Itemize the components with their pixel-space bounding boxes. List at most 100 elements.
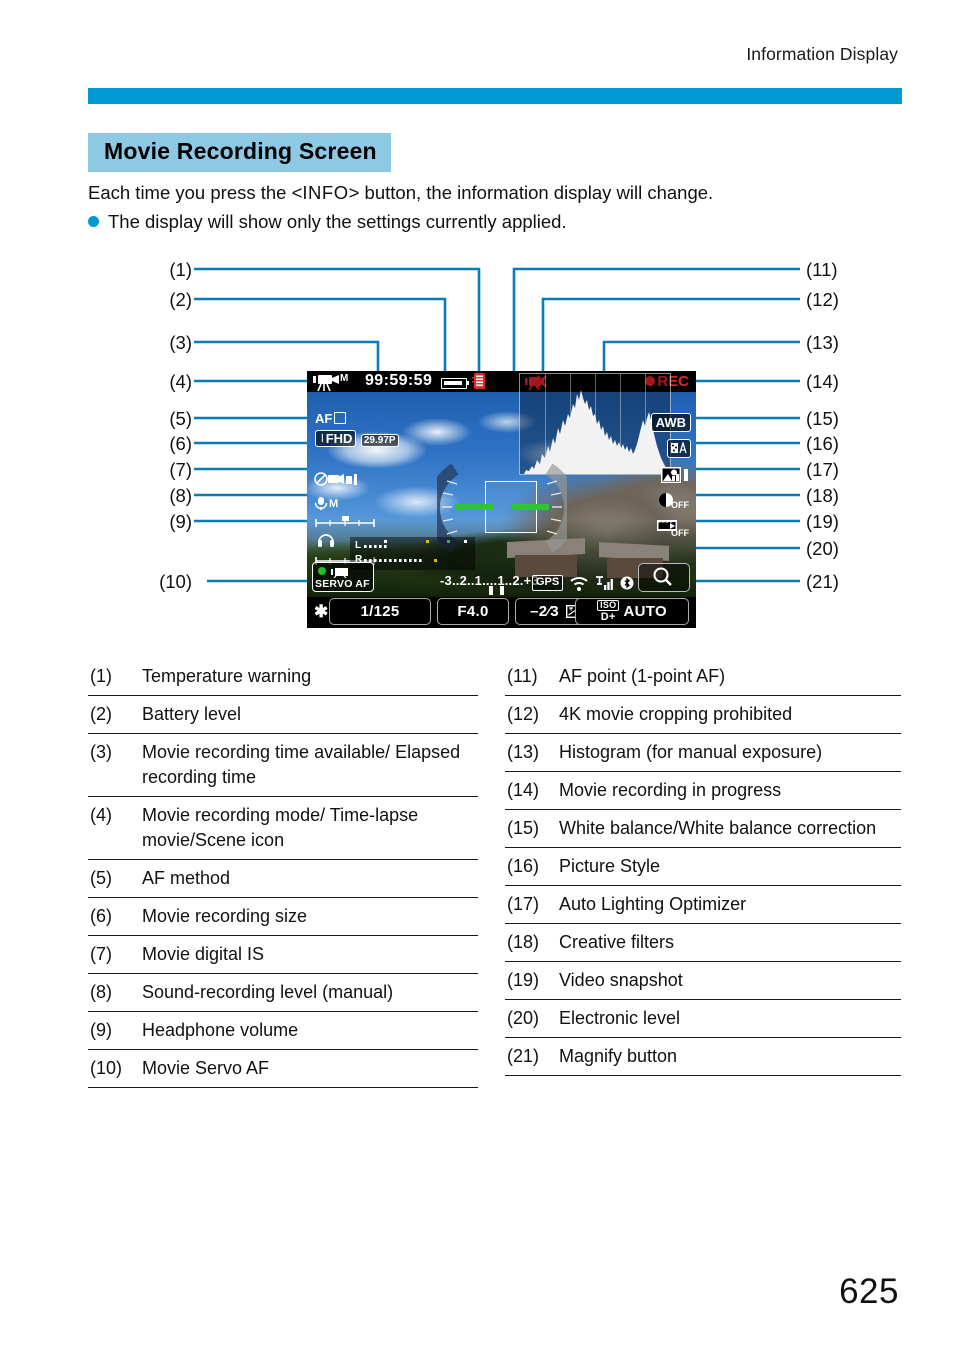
legend-number: (6) [90, 906, 112, 926]
callout-number-14: (14) [806, 371, 839, 392]
callout-number-18: (18) [806, 485, 839, 506]
legend-row: (6) Movie recording size [88, 898, 478, 936]
legend-row: (8) Sound-recording level (manual) [88, 974, 478, 1012]
video-snapshot-indicator: OFF [657, 519, 691, 541]
legend-number: (9) [90, 1020, 112, 1040]
legend-text: AF point (1-point AF) [559, 666, 726, 686]
legend-text: Movie recording in progress [559, 780, 782, 800]
legend-row: (7) Movie digital IS [88, 936, 478, 974]
legend-text: 4K movie cropping prohibited [559, 704, 793, 724]
callout-number-16: (16) [806, 433, 839, 454]
auto-lighting-optimizer-icon [661, 467, 688, 483]
legend-number: (21) [507, 1046, 540, 1066]
svg-text:M: M [340, 373, 348, 384]
callout-number-21: (21) [806, 571, 839, 592]
iso-label: ISO [597, 600, 620, 611]
manual-page: Information Display Movie Recording Scre… [0, 0, 954, 1345]
header-accent-rule [88, 88, 902, 104]
white-balance-label: AWB [655, 415, 686, 430]
legend-number: (16) [507, 856, 540, 876]
legend-text: Movie recording time available/ Elapsed … [142, 742, 461, 787]
sound-level-meter [315, 516, 375, 527]
legend-row: (2) Battery level [88, 696, 478, 734]
callout-number-4: (4) [169, 371, 192, 392]
legend-row: (4) Movie recording mode/ Time-lapse movi… [88, 797, 478, 860]
legend-number: (5) [90, 868, 112, 888]
shutter-speed-value: 1/125 [360, 603, 400, 620]
af-method-label: AF [315, 411, 333, 426]
iso-button[interactable]: ISO D+ AUTO [575, 598, 689, 625]
intro-text-after: > button, the information display will c… [348, 182, 714, 203]
magnify-button-icon [653, 567, 672, 586]
temperature-warning-icon [472, 373, 487, 390]
legend-text: Electronic level [559, 1008, 681, 1028]
audio-channel-left-label: L [355, 540, 362, 551]
legend-number: (11) [507, 666, 538, 686]
legend-text: Battery level [142, 704, 242, 724]
legend-row: (18) Creative filters [505, 924, 901, 962]
aperture-button[interactable]: F4.0 [437, 598, 509, 625]
callout-number-20: (20) [806, 538, 839, 559]
legend-row: (9) Headphone volume [88, 1012, 478, 1050]
legend-text: Headphone volume [142, 1020, 299, 1040]
servo-af-label: SERVO AF [315, 578, 370, 590]
movie-mode-icon: M [313, 372, 357, 392]
legend-row: (15) White balance/White balance correcti… [505, 810, 901, 848]
creative-filter-indicator: OFF [657, 493, 691, 514]
legend-row: (12) 4K movie cropping prohibited [505, 696, 901, 734]
svg-text:M: M [329, 498, 338, 510]
legend-text: Movie recording mode/ Time-lapse movie/S… [142, 805, 419, 850]
magnify-button[interactable] [638, 563, 690, 592]
legend-number: (2) [90, 704, 112, 724]
movie-digital-is-icon [314, 471, 358, 492]
legend-number: (8) [90, 982, 112, 1002]
running-head: Information Display [746, 44, 898, 64]
af-method-indicator: AF [315, 411, 347, 426]
callout-number-12: (12) [806, 289, 839, 310]
exposure-markers-icon [489, 586, 504, 595]
highlight-tone-priority-label: D+ [600, 611, 616, 623]
callout-number-3: (3) [169, 332, 192, 353]
callout-number-1: (1) [169, 259, 192, 280]
legend-row: (3) Movie recording time available/ Elaps… [88, 734, 478, 797]
legend-text: Magnify button [559, 1046, 678, 1066]
callout-number-2: (2) [169, 289, 192, 310]
intro-line-2: The display will show only the settings … [88, 209, 918, 235]
shutter-speed-button[interactable]: 1/125 [329, 598, 431, 625]
info-button-label: INFO [302, 182, 349, 203]
af-1point-icon [334, 412, 347, 424]
bullet-icon [88, 216, 99, 227]
iso-value: AUTO [623, 603, 667, 620]
servo-af-status-dot [318, 567, 326, 575]
callout-number-15: (15) [806, 408, 839, 429]
legend-row: (5) AF method [88, 860, 478, 898]
callout-number-8: (8) [169, 485, 192, 506]
legend-text: White balance/White balance correction [559, 818, 877, 838]
movie-recording-screen: M 99:59:59 REC AF ❘FHD 29.97P M AWB OFF … [307, 371, 696, 628]
legend-text: Temperature warning [142, 666, 312, 686]
wifi-icon [570, 576, 588, 591]
legend-text: Movie Servo AF [142, 1058, 270, 1078]
legend-number: (17) [507, 894, 540, 914]
legend-text: Sound-recording level (manual) [142, 982, 394, 1002]
legend-table-right: (11) AF point (1-point AF) (12) 4K movie c… [505, 658, 901, 1076]
legend-row: (11) AF point (1-point AF) [505, 658, 901, 696]
legend-text: AF method [142, 868, 231, 888]
movie-size-badge: ❘FHD [315, 430, 357, 447]
headphone-volume-icon [318, 534, 334, 547]
legend-text: Movie recording size [142, 906, 308, 926]
microphone-manual-icon: M [314, 497, 338, 510]
legend-row: (17) Auto Lighting Optimizer [505, 886, 901, 924]
legend-row: (14) Movie recording in progress [505, 772, 901, 810]
callout-number-13: (13) [806, 332, 839, 353]
callout-number-10: (10) [159, 571, 192, 592]
intro-text-before: Each time you press the < [88, 182, 303, 203]
legend-number: (19) [507, 970, 540, 990]
legend-row: (19) Video snapshot [505, 962, 901, 1000]
callout-number-7: (7) [169, 459, 192, 480]
movie-recording-size: ❘FHD 29.97P [315, 430, 399, 448]
movie-framerate-label: 29.97P [363, 435, 396, 446]
legend-number: (13) [507, 742, 540, 762]
page-title: Movie Recording Screen [88, 133, 391, 172]
bluetooth-icon [620, 576, 634, 590]
